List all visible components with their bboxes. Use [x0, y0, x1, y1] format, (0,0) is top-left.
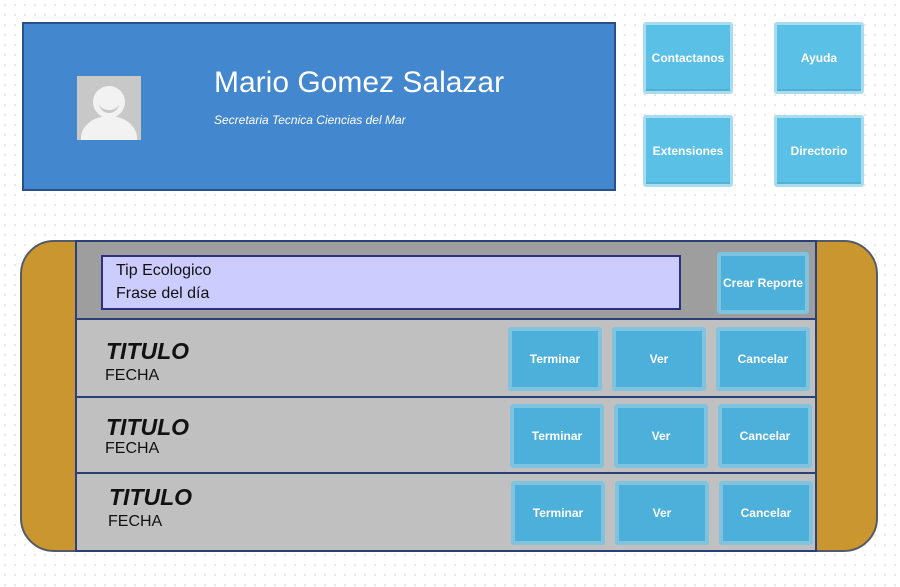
- tip-phrase: Frase del día: [116, 285, 210, 302]
- directory-button[interactable]: Directorio: [774, 115, 864, 187]
- task-row: TITULO FECHA Terminar Ver Cancelar: [77, 474, 815, 550]
- finish-button[interactable]: Terminar: [511, 481, 605, 545]
- view-button[interactable]: Ver: [612, 327, 706, 391]
- finish-button[interactable]: Terminar: [510, 404, 604, 468]
- tasks-panel: Tip Ecologico Frase del día Crear Report…: [75, 240, 817, 552]
- task-title: TITULO: [106, 414, 190, 440]
- task-title: TITULO: [109, 484, 193, 510]
- extensions-button[interactable]: Extensiones: [643, 115, 733, 187]
- task-date: FECHA: [105, 440, 160, 457]
- view-button[interactable]: Ver: [614, 404, 708, 468]
- view-button[interactable]: Ver: [615, 481, 709, 545]
- profile-card: Mario Gomez Salazar Secretaria Tecnica C…: [22, 22, 616, 191]
- task-date: FECHA: [105, 367, 160, 384]
- tip-bar: Tip Ecologico Frase del día Crear Report…: [77, 242, 815, 320]
- tip-box: Tip Ecologico Frase del día: [101, 255, 681, 310]
- contact-button[interactable]: Contactanos: [643, 22, 733, 94]
- help-button[interactable]: Ayuda: [774, 22, 864, 94]
- task-title: TITULO: [106, 338, 190, 364]
- create-report-button[interactable]: Crear Reporte: [717, 252, 809, 314]
- task-row: TITULO FECHA Terminar Ver Cancelar: [77, 320, 815, 398]
- task-row: TITULO FECHA Terminar Ver Cancelar: [77, 398, 815, 474]
- cancel-button[interactable]: Cancelar: [716, 327, 810, 391]
- user-avatar-icon: [77, 76, 141, 140]
- cancel-button[interactable]: Cancelar: [718, 404, 812, 468]
- task-date: FECHA: [108, 513, 163, 530]
- user-name: Mario Gomez Salazar: [214, 66, 505, 99]
- tip-title: Tip Ecologico: [116, 262, 212, 279]
- finish-button[interactable]: Terminar: [508, 327, 602, 391]
- user-role: Secretaria Tecnica Ciencias del Mar: [214, 113, 406, 127]
- cancel-button[interactable]: Cancelar: [719, 481, 813, 545]
